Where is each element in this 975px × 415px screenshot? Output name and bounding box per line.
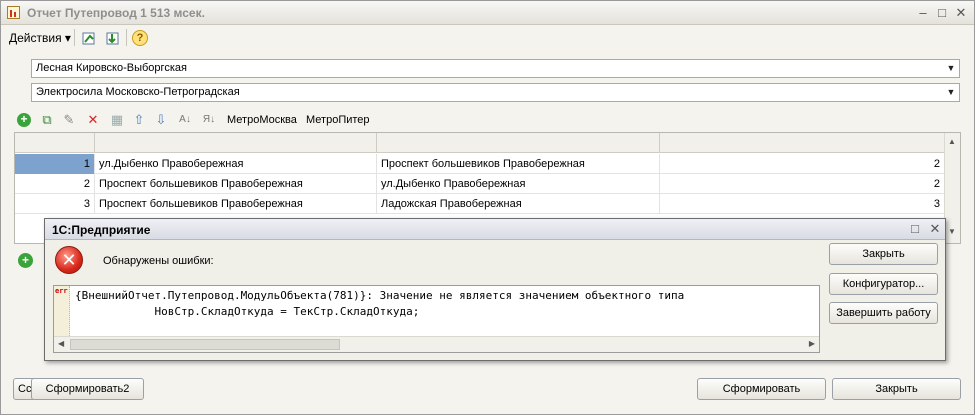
sort-ascending-icon[interactable]: A↓ — [177, 112, 193, 128]
dialog-title-bar[interactable]: 1С:Предприятие □ ✕ — [45, 219, 945, 240]
form-button[interactable]: Сформировать — [697, 378, 826, 400]
form2-button-label: Сформировать2 — [45, 383, 130, 395]
station-from-field[interactable]: Лесная Кировско-Выборгская ▼ — [31, 59, 960, 78]
close-button[interactable]: Закрыть — [832, 378, 961, 400]
table-vertical-scrollbar[interactable]: ▲ ▼ — [944, 133, 960, 243]
dropdown-arrow-icon[interactable]: ▼ — [943, 60, 959, 77]
error-icon: ✕ — [55, 246, 83, 274]
table-row[interactable]: 1 ул.Дыбенко Правобережная Проспект боль… — [15, 154, 945, 174]
row-value: 2 — [660, 174, 945, 194]
scroll-thumb[interactable] — [70, 339, 340, 350]
station-from-value: Лесная Кировско-Выборгская — [36, 62, 187, 74]
row-number: 3 — [15, 194, 95, 214]
error-marker-icon: err — [55, 287, 68, 295]
dialog-title: 1С:Предприятие — [52, 223, 151, 237]
configurator-button[interactable]: Конфигуратор... — [829, 273, 938, 295]
station-to-value: Электросила Московско-Петроградская — [36, 86, 240, 98]
dropdown-arrow-icon[interactable]: ▼ — [943, 84, 959, 101]
table-header — [15, 133, 945, 153]
row-to: Проспект большевиков Правобережная — [377, 154, 660, 174]
close-icon[interactable]: ✕ — [953, 5, 969, 21]
row-value: 3 — [660, 194, 945, 214]
column-header-number[interactable] — [15, 133, 95, 153]
error-code-line: {ВнешнийОтчет.Путепровод.МодульОбъекта(7… — [75, 289, 685, 302]
row-to: Ладожская Правобережная — [377, 194, 660, 214]
save-report-icon[interactable] — [105, 30, 121, 46]
dialog-close-icon[interactable]: ✕ — [927, 221, 943, 237]
minimize-icon[interactable]: ‒ — [915, 5, 931, 21]
row-from: Проспект большевиков Правобережная — [95, 174, 377, 194]
hidden-button-label: Сс — [18, 383, 32, 395]
error-message: Обнаружены ошибки: — [103, 255, 214, 267]
column-header-to[interactable] — [377, 133, 660, 153]
scroll-right-icon[interactable]: ▶ — [809, 339, 815, 348]
close-button-label: Закрыть — [875, 383, 918, 395]
form-button-label: Сформировать — [722, 383, 801, 395]
scroll-up-icon[interactable]: ▲ — [948, 137, 956, 146]
form2-button[interactable]: Сформировать2 — [31, 378, 144, 400]
dialog-close-label: Закрыть — [862, 248, 905, 260]
metro-moscow-button[interactable]: МетроМосква — [227, 114, 297, 126]
move-up-icon[interactable]: ⇧ — [131, 112, 147, 128]
station-to-field[interactable]: Электросила Московско-Петроградская ▼ — [31, 83, 960, 102]
toolbar-divider — [126, 29, 127, 46]
report-app-icon — [7, 6, 20, 19]
finish-work-button[interactable]: Завершить работу — [829, 302, 938, 324]
dialog-close-button[interactable]: Закрыть — [829, 243, 938, 265]
configurator-label: Конфигуратор... — [842, 278, 925, 290]
scroll-down-icon[interactable]: ▼ — [948, 227, 956, 236]
copy-row-icon[interactable]: ⧉ — [39, 112, 55, 128]
end-edit-icon[interactable]: ▦ — [109, 112, 125, 128]
code-horizontal-scrollbar[interactable]: ◀ ▶ — [54, 336, 819, 352]
add-icon[interactable]: + — [18, 253, 33, 268]
error-code-line: НовСтр.СкладОткуда = ТекСтр.СкладОткуда; — [75, 305, 420, 318]
row-from: ул.Дыбенко Правобережная — [95, 154, 377, 174]
actions-menu[interactable]: Действия ▾ — [9, 31, 71, 45]
help-icon[interactable]: ? — [132, 30, 148, 46]
column-header-from[interactable] — [95, 133, 377, 153]
table-row[interactable]: 3 Проспект большевиков Правобережная Лад… — [15, 194, 945, 214]
title-bar[interactable]: Отчет Путепровод 1 513 мсек. ‒ □ ✕ — [1, 1, 974, 25]
scroll-left-icon[interactable]: ◀ — [58, 339, 64, 348]
main-toolbar: Действия ▾ ? — [1, 25, 974, 50]
sort-descending-icon[interactable]: Я↓ — [201, 112, 217, 128]
finish-work-label: Завершить работу — [836, 307, 931, 319]
add-row-icon[interactable]: + — [17, 113, 31, 127]
metro-piter-button[interactable]: МетроПитер — [306, 114, 370, 126]
table-row[interactable]: 2 Проспект большевиков Правобережная ул.… — [15, 174, 945, 194]
window-title: Отчет Путепровод 1 513 мсек. — [27, 6, 205, 20]
row-number: 2 — [15, 174, 95, 194]
delete-row-icon[interactable]: ✕ — [85, 112, 101, 128]
maximize-icon[interactable]: □ — [934, 5, 950, 21]
row-from: Проспект большевиков Правобережная — [95, 194, 377, 214]
row-number: 1 — [15, 154, 95, 174]
code-gutter: err — [54, 286, 70, 336]
edit-row-icon[interactable]: ✎ — [61, 112, 77, 128]
toolbar-divider — [74, 29, 75, 46]
dialog-maximize-icon[interactable]: □ — [907, 221, 923, 237]
move-down-icon[interactable]: ⇩ — [153, 112, 169, 128]
row-value: 2 — [660, 154, 945, 174]
error-details-box[interactable]: err {ВнешнийОтчет.Путепровод.МодульОбъек… — [53, 285, 820, 353]
report-window: Отчет Путепровод 1 513 мсек. ‒ □ ✕ Дейст… — [0, 0, 975, 415]
error-dialog: 1С:Предприятие □ ✕ ✕ Обнаружены ошибки: … — [44, 218, 946, 361]
column-header-value[interactable] — [660, 133, 945, 153]
open-report-icon[interactable] — [81, 30, 97, 46]
row-to: ул.Дыбенко Правобережная — [377, 174, 660, 194]
